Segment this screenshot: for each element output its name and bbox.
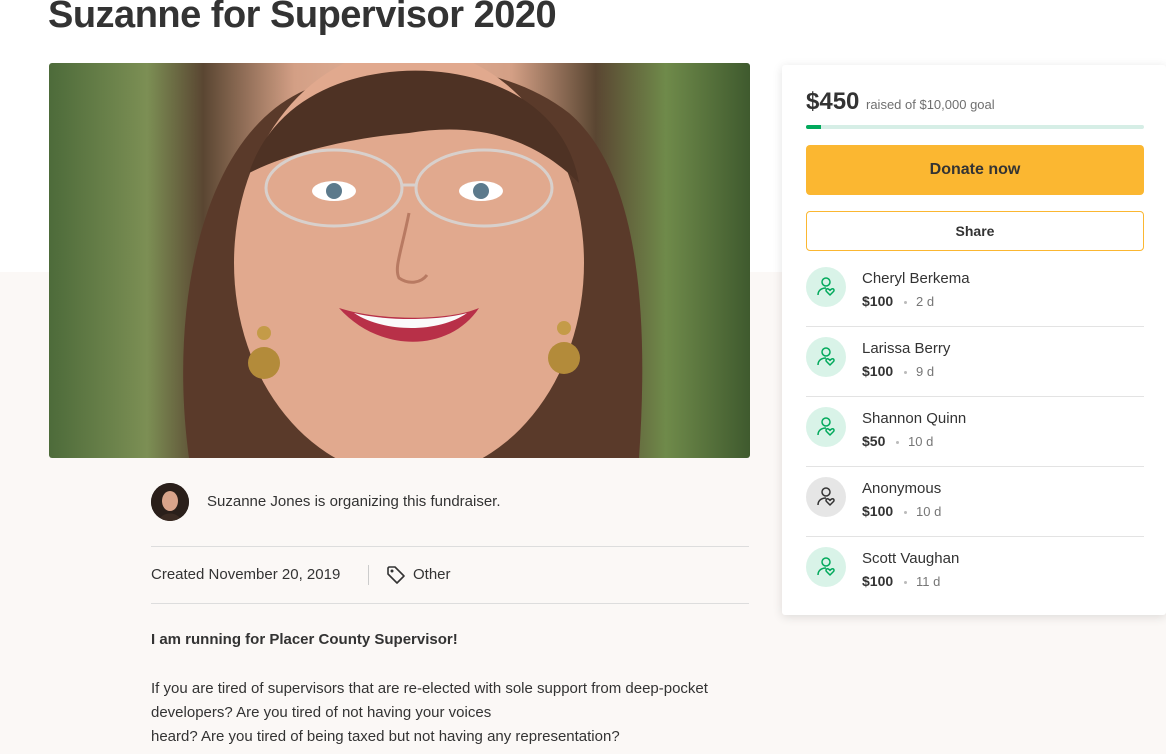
story-line: heard? Are you tired of being taxed but … [151, 728, 620, 745]
divider [151, 603, 749, 604]
donation-item: Scott Vaughan $100 11 d [806, 545, 1144, 615]
donor-heart-icon [806, 547, 846, 587]
donation-time: 10 d [916, 504, 942, 519]
story-lead: I am running for Placer County Superviso… [151, 631, 458, 648]
story-line: If you are tired of supervisors that are… [151, 680, 708, 697]
share-button[interactable]: Share [806, 211, 1144, 251]
donor-name: Anonymous [862, 480, 942, 497]
separator-dot [904, 371, 907, 374]
separator-dot [904, 511, 907, 514]
divider [806, 536, 1144, 537]
donor-name: Shannon Quinn [862, 410, 967, 427]
divider [806, 396, 1144, 397]
progress-bar [806, 125, 1144, 129]
donation-time: 11 d [916, 574, 941, 589]
donor-heart-icon [806, 407, 846, 447]
donor-name: Cheryl Berkema [862, 270, 970, 287]
donation-item: Larissa Berry $100 9 d [806, 335, 1144, 405]
donation-amount: $100 [862, 363, 894, 379]
donation-time: 9 d [916, 364, 935, 379]
donation-amount: $100 [862, 293, 894, 309]
donation-time: 2 d [916, 294, 935, 309]
organizer-avatar[interactable] [151, 483, 189, 521]
category-link[interactable]: Other [413, 566, 451, 583]
donation-time: 10 d [908, 434, 934, 449]
separator-dot [904, 301, 907, 304]
donor-heart-icon [806, 337, 846, 377]
raised-amount: $450 [806, 88, 860, 115]
divider [806, 326, 1144, 327]
donation-amount: $50 [862, 433, 886, 449]
donate-now-button[interactable]: Donate now [806, 145, 1144, 195]
separator-dot [896, 441, 899, 444]
anonymous-donor-icon [806, 477, 846, 517]
progress-fill [806, 125, 822, 129]
organizer-text: Suzanne Jones is organizing this fundrai… [207, 493, 501, 510]
donation-amount: $100 [862, 503, 894, 519]
goal-text: raised of $10,000 goal [866, 97, 995, 112]
donor-heart-icon [806, 267, 846, 307]
page-title: Suzanne for Supervisor 2020 [48, 0, 557, 36]
divider [151, 546, 749, 547]
tag-icon [387, 566, 405, 584]
donor-name: Scott Vaughan [862, 550, 960, 567]
campaign-hero-image [49, 63, 750, 458]
divider [806, 466, 1144, 467]
donation-item: Cheryl Berkema $100 2 d [806, 265, 1144, 335]
donor-name: Larissa Berry [862, 340, 951, 357]
created-date: Created November 20, 2019 [151, 566, 341, 583]
donation-item: Anonymous $100 10 d [806, 475, 1144, 545]
donation-item: Shannon Quinn $50 10 d [806, 405, 1144, 475]
meta-separator [368, 565, 369, 585]
separator-dot [904, 581, 907, 584]
donation-amount: $100 [862, 573, 894, 589]
story-line: developers? Are you tired of not having … [151, 704, 492, 721]
